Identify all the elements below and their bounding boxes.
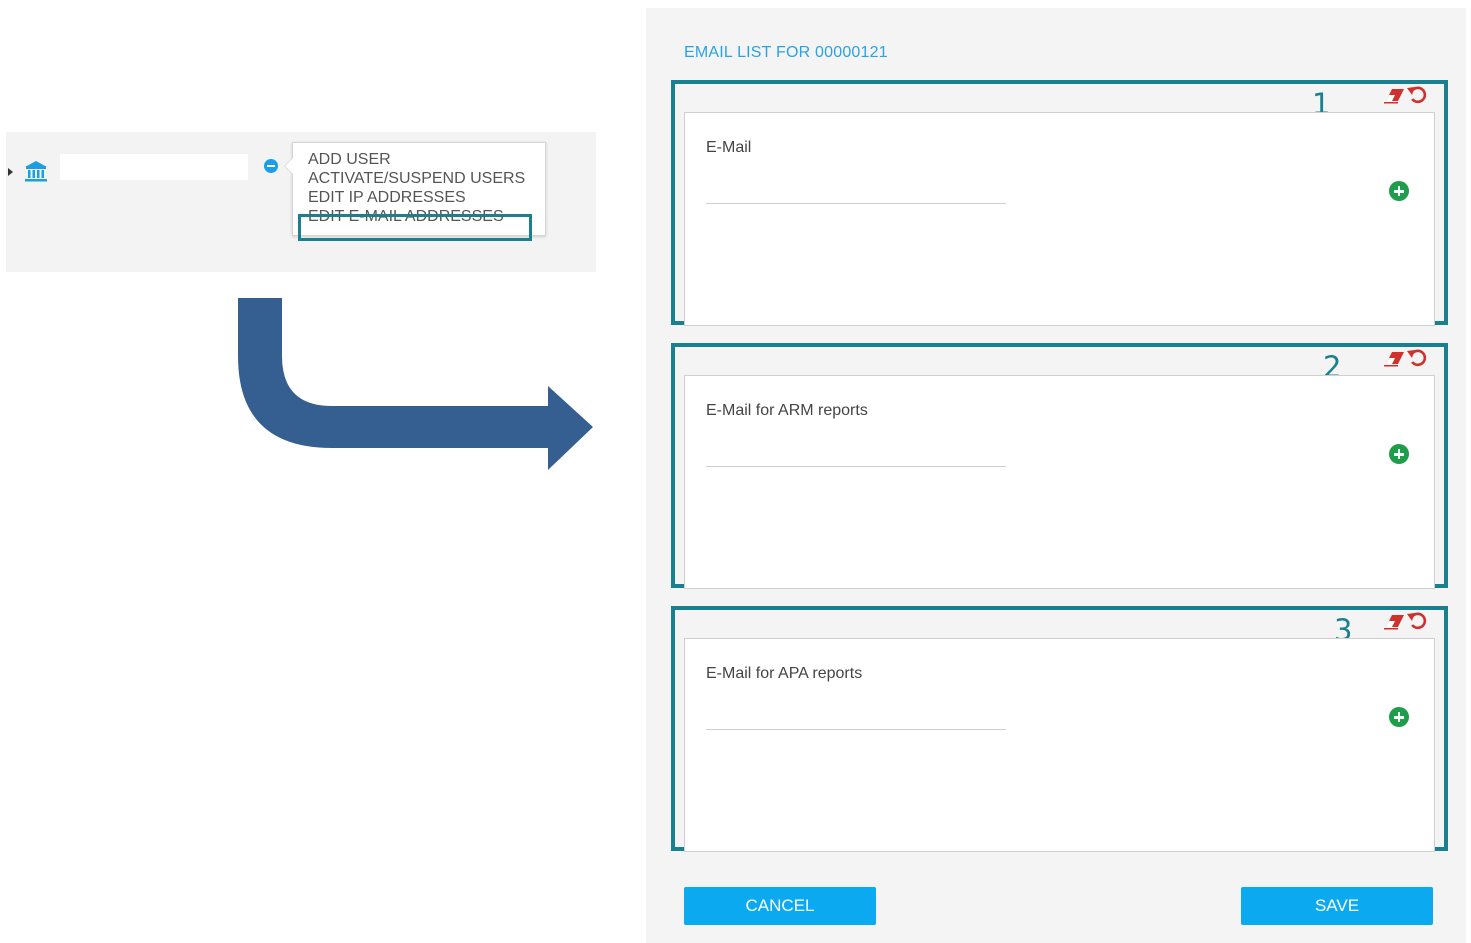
plus-circle-icon[interactable]: [1389, 181, 1409, 201]
undo-icon[interactable]: [1406, 610, 1428, 632]
menu-item-highlight: [298, 214, 532, 241]
plus-circle-icon[interactable]: [1389, 707, 1409, 727]
menu-item-activate-suspend-users[interactable]: ACTIVATE/SUSPEND USERS: [308, 170, 525, 188]
menu-item-add-user[interactable]: ADD USER: [308, 151, 391, 169]
eraser-icon[interactable]: [1383, 349, 1407, 367]
eraser-icon[interactable]: [1383, 86, 1407, 104]
bank-icon: [25, 161, 47, 182]
email-list-dialog: EMAIL LIST FOR 00000121 1 E-Mail 2 E-Mai…: [646, 8, 1466, 943]
save-button[interactable]: SAVE: [1241, 887, 1433, 925]
node-name-field[interactable]: [60, 154, 248, 180]
context-menu: ADD USER ACTIVATE/SUSPEND USERS EDIT IP …: [284, 142, 546, 241]
eraser-icon[interactable]: [1383, 612, 1407, 630]
section-body: E-Mail for APA reports: [684, 638, 1435, 852]
email-section-1: 1 E-Mail: [671, 80, 1448, 326]
flow-arrow: [238, 298, 593, 470]
email-apa-label: E-Mail for APA reports: [706, 665, 863, 682]
caret-right-icon[interactable]: [8, 168, 13, 176]
email-arm-input[interactable]: [706, 436, 1006, 467]
email-apa-input[interactable]: [706, 699, 1006, 730]
dialog-title: EMAIL LIST FOR 00000121: [684, 44, 888, 61]
plus-circle-icon[interactable]: [1389, 444, 1409, 464]
menu-item-edit-ip-addresses[interactable]: EDIT IP ADDRESSES: [308, 189, 466, 207]
tree-panel: ADD USER ACTIVATE/SUSPEND USERS EDIT IP …: [6, 132, 596, 272]
email-section-2: 2 E-Mail for ARM reports: [671, 343, 1448, 589]
email-arm-label: E-Mail for ARM reports: [706, 402, 868, 419]
undo-icon[interactable]: [1406, 347, 1428, 369]
context-menu-pointer-fill: [285, 158, 293, 174]
email-section-3: 3 E-Mail for APA reports: [671, 606, 1448, 852]
minus-circle-icon[interactable]: [264, 159, 278, 173]
email-input[interactable]: [706, 173, 1006, 204]
undo-icon[interactable]: [1406, 84, 1428, 106]
section-body: E-Mail: [684, 112, 1435, 326]
email-label: E-Mail: [706, 139, 752, 156]
section-body: E-Mail for ARM reports: [684, 375, 1435, 589]
cancel-button[interactable]: CANCEL: [684, 887, 876, 925]
